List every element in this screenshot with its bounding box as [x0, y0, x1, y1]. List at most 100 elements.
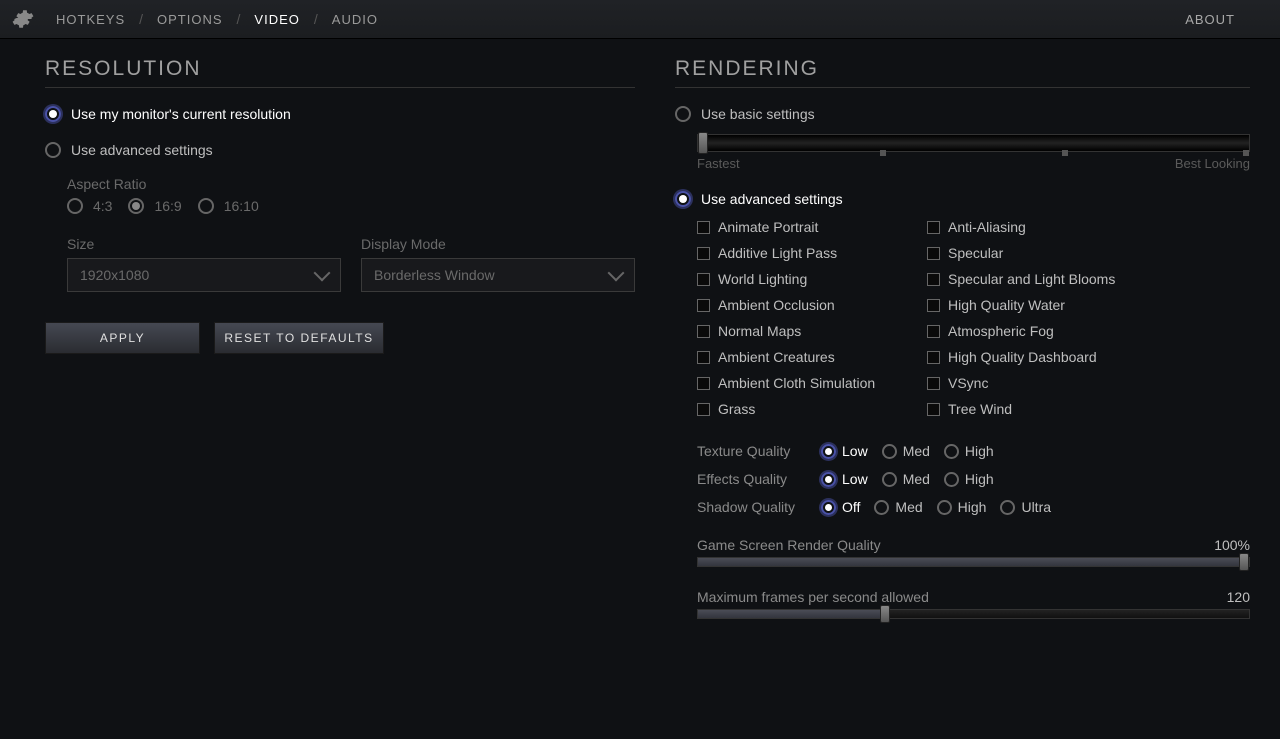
radio-use-basic[interactable]: Use basic settings — [675, 106, 1250, 122]
check-high-quality-water[interactable]: High Quality Water — [927, 297, 1250, 313]
check-atmospheric-fog[interactable]: Atmospheric Fog — [927, 323, 1250, 339]
render-quality-block: Game Screen Render Quality 100% — [697, 537, 1250, 567]
size-dropdown[interactable]: 1920x1080 — [67, 258, 341, 292]
checkbox-icon — [697, 351, 710, 364]
advanced-rendering-block: Animate Portrait Anti-Aliasing Additive … — [697, 219, 1250, 619]
check-tree-wind[interactable]: Tree Wind — [927, 401, 1250, 417]
resolution-dropdowns: Size 1920x1080 Display Mode Borderless W… — [67, 236, 635, 292]
check-high-quality-dashboard[interactable]: High Quality Dashboard — [927, 349, 1250, 365]
checkbox-icon — [697, 325, 710, 338]
check-anti-aliasing[interactable]: Anti-Aliasing — [927, 219, 1250, 235]
nav-options[interactable]: OPTIONS — [157, 12, 223, 27]
radio-icon — [821, 500, 836, 515]
aspect-16-9[interactable]: 16:9 — [128, 198, 181, 214]
shadow-ultra[interactable]: Ultra — [1000, 499, 1051, 515]
nav-bar: HOTKEYS / OPTIONS / VIDEO / AUDIO ABOUT — [0, 0, 1280, 39]
shadow-quality-row: Shadow Quality Off Med High Ultra — [697, 499, 1250, 515]
render-quality-slider[interactable] — [697, 557, 1250, 567]
basic-slider-labels: Fastest Best Looking — [697, 156, 1250, 171]
checkbox-icon — [927, 351, 940, 364]
effects-med[interactable]: Med — [882, 471, 930, 487]
gear-icon[interactable] — [12, 8, 34, 30]
checkbox-icon — [697, 403, 710, 416]
aspect-ratio-label: Aspect Ratio — [67, 176, 635, 192]
check-grass[interactable]: Grass — [697, 401, 927, 417]
chevron-down-icon — [608, 265, 625, 282]
nav-video[interactable]: VIDEO — [254, 12, 299, 27]
basic-slider-block: Fastest Best Looking — [697, 134, 1250, 171]
aspect-options: 4:3 16:9 16:10 — [67, 198, 635, 214]
fps-label: Maximum frames per second allowed — [697, 589, 929, 605]
render-quality-value: 100% — [1214, 537, 1250, 553]
slider-label-best: Best Looking — [1175, 156, 1250, 171]
display-mode-dropdown[interactable]: Borderless Window — [361, 258, 635, 292]
texture-low[interactable]: Low — [821, 443, 868, 459]
shadow-off[interactable]: Off — [821, 499, 860, 515]
radio-icon — [198, 198, 214, 214]
check-vsync[interactable]: VSync — [927, 375, 1250, 391]
resolution-panel: RESOLUTION Use my monitor's current reso… — [45, 57, 635, 619]
check-ambient-cloth[interactable]: Ambient Cloth Simulation — [697, 375, 927, 391]
checkbox-icon — [927, 377, 940, 390]
texture-high[interactable]: High — [944, 443, 994, 459]
radio-icon — [874, 500, 889, 515]
radio-icon — [45, 142, 61, 158]
check-ambient-occlusion[interactable]: Ambient Occlusion — [697, 297, 927, 313]
dropdown-value: 1920x1080 — [80, 267, 149, 283]
display-mode-label: Display Mode — [361, 236, 635, 252]
effects-low[interactable]: Low — [821, 471, 868, 487]
radio-use-advanced-res[interactable]: Use advanced settings — [45, 142, 635, 158]
fps-slider[interactable] — [697, 609, 1250, 619]
radio-icon — [944, 444, 959, 459]
check-specular-blooms[interactable]: Specular and Light Blooms — [927, 271, 1250, 287]
basic-quality-slider[interactable] — [697, 134, 1250, 152]
nav-about[interactable]: ABOUT — [1185, 12, 1235, 27]
radio-icon — [128, 198, 144, 214]
advanced-resolution-block: Aspect Ratio 4:3 16:9 16:10 Size — [67, 176, 635, 292]
nav-left: HOTKEYS / OPTIONS / VIDEO / AUDIO — [12, 8, 378, 30]
shadow-med[interactable]: Med — [874, 499, 922, 515]
checkbox-icon — [697, 377, 710, 390]
radio-icon — [675, 106, 691, 122]
checkbox-icon — [927, 403, 940, 416]
checkbox-icon — [927, 299, 940, 312]
radio-icon — [821, 472, 836, 487]
size-group: Size 1920x1080 — [67, 236, 341, 292]
checkbox-icon — [927, 247, 940, 260]
checkbox-icon — [697, 247, 710, 260]
shadow-high[interactable]: High — [937, 499, 987, 515]
texture-med[interactable]: Med — [882, 443, 930, 459]
nav-right: ABOUT — [1185, 11, 1235, 27]
nav-audio[interactable]: AUDIO — [332, 12, 378, 27]
radio-icon — [944, 472, 959, 487]
check-world-lighting[interactable]: World Lighting — [697, 271, 927, 287]
check-specular[interactable]: Specular — [927, 245, 1250, 261]
radio-icon — [882, 444, 897, 459]
slider-label-fastest: Fastest — [697, 156, 740, 171]
checkbox-icon — [697, 273, 710, 286]
chevron-down-icon — [314, 265, 331, 282]
radio-use-monitor[interactable]: Use my monitor's current resolution — [45, 106, 635, 122]
reset-button[interactable]: RESET TO DEFAULTS — [214, 322, 384, 354]
check-animate-portrait[interactable]: Animate Portrait — [697, 219, 927, 235]
radio-use-advanced-render[interactable]: Use advanced settings — [675, 191, 1250, 207]
rendering-title: RENDERING — [675, 57, 1250, 88]
size-label: Size — [67, 236, 341, 252]
quality-label: Effects Quality — [697, 471, 807, 487]
rendering-panel: RENDERING Use basic settings Fastest Bes… — [675, 57, 1250, 619]
check-ambient-creatures[interactable]: Ambient Creatures — [697, 349, 927, 365]
apply-button[interactable]: APPLY — [45, 322, 200, 354]
radio-icon — [937, 500, 952, 515]
nav-sep: / — [237, 11, 241, 27]
nav-sep: / — [314, 11, 318, 27]
radio-label: Use my monitor's current resolution — [71, 106, 291, 122]
fps-value: 120 — [1227, 589, 1250, 605]
nav-hotkeys[interactable]: HOTKEYS — [56, 12, 125, 27]
aspect-4-3[interactable]: 4:3 — [67, 198, 112, 214]
check-additive-light[interactable]: Additive Light Pass — [697, 245, 927, 261]
check-normal-maps[interactable]: Normal Maps — [697, 323, 927, 339]
resolution-title: RESOLUTION — [45, 57, 635, 88]
aspect-16-10[interactable]: 16:10 — [198, 198, 259, 214]
effects-high[interactable]: High — [944, 471, 994, 487]
radio-icon — [675, 191, 691, 207]
